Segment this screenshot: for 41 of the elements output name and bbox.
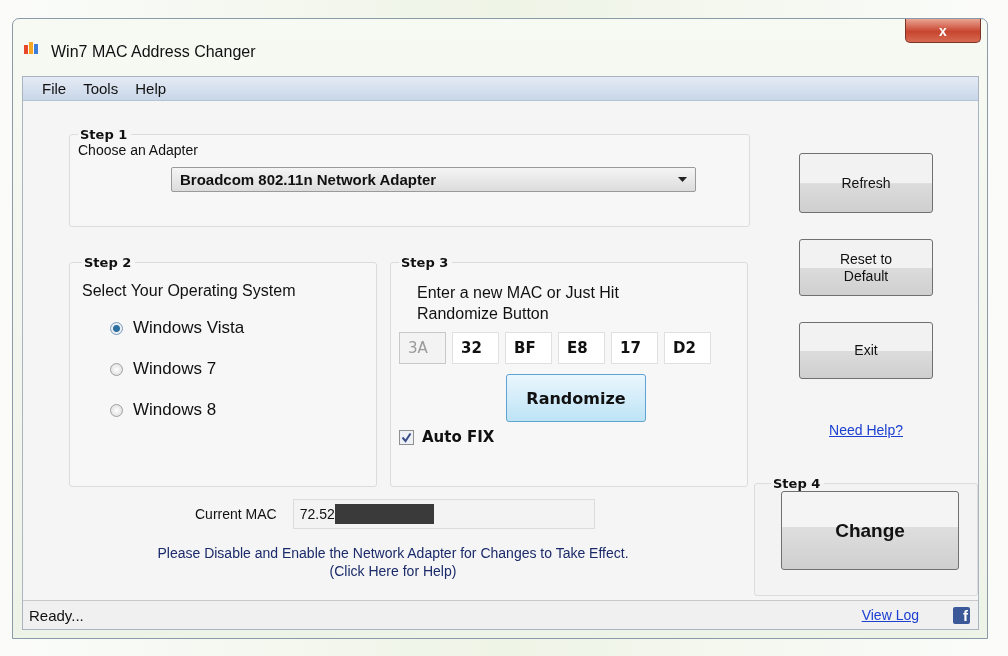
octet-field[interactable]: 17 <box>611 332 658 364</box>
radio-button[interactable] <box>110 403 123 417</box>
field-label: Choose an Adapter <box>78 142 199 158</box>
menu-item[interactable]: Help <box>130 80 179 97</box>
help-notice[interactable]: Please Disable and Enable the Network Adapter for Changes to Take Effect. <box>157 544 629 562</box>
radio-button[interactable] <box>110 321 123 335</box>
checkbox-label[interactable]: Auto FIX <box>422 428 495 446</box>
octet-field[interactable]: 32 <box>452 332 499 364</box>
side-button[interactable]: Refresh <box>799 153 933 213</box>
group-title: Step 2 <box>83 255 133 270</box>
group-title: Step 1 <box>79 127 129 142</box>
octet-field[interactable]: D2 <box>664 332 711 364</box>
radio-label[interactable]: Windows 8 <box>133 400 217 420</box>
help-link[interactable]: Need Help? <box>829 422 903 438</box>
current-mac-field: 72.52 <box>292 499 595 529</box>
octet-field[interactable]: E8 <box>558 332 605 364</box>
side-button[interactable]: Reset to Default <box>799 239 933 296</box>
view-log-link[interactable]: View Log <box>861 607 919 623</box>
menu-item[interactable]: File <box>37 80 79 97</box>
field-label: Current MAC <box>195 506 277 522</box>
social-icon[interactable]: f <box>953 606 970 624</box>
instruction-text: Enter a new MAC or Just Hit Randomize Button <box>417 283 620 324</box>
close-button[interactable]: x <box>905 19 981 43</box>
radio-label[interactable]: Windows Vista <box>133 318 245 338</box>
help-notice[interactable]: (Click Here for Help) <box>329 562 457 580</box>
status-text: Ready... <box>29 606 85 624</box>
randomize-button[interactable]: Randomize <box>506 374 646 422</box>
field-label: Select Your Operating System <box>82 282 297 300</box>
group-title: Step 4 <box>772 476 822 491</box>
octet-field[interactable]: BF <box>505 332 552 364</box>
side-button[interactable]: Exit <box>799 322 933 379</box>
app-icon <box>23 39 41 56</box>
menu-item[interactable]: Tools <box>78 80 131 97</box>
radio-button[interactable] <box>110 362 123 376</box>
radio-label[interactable]: Windows 7 <box>133 359 217 379</box>
caret-icon <box>678 177 687 182</box>
adapter-dropdown[interactable]: Broadcom 802.11n Network Adapter <box>171 167 696 192</box>
window-title: Win7 MAC Address Changer <box>51 42 257 61</box>
change-button[interactable]: Change <box>781 491 959 570</box>
checkbox[interactable] <box>399 429 414 445</box>
group-title: Step 3 <box>400 255 450 270</box>
